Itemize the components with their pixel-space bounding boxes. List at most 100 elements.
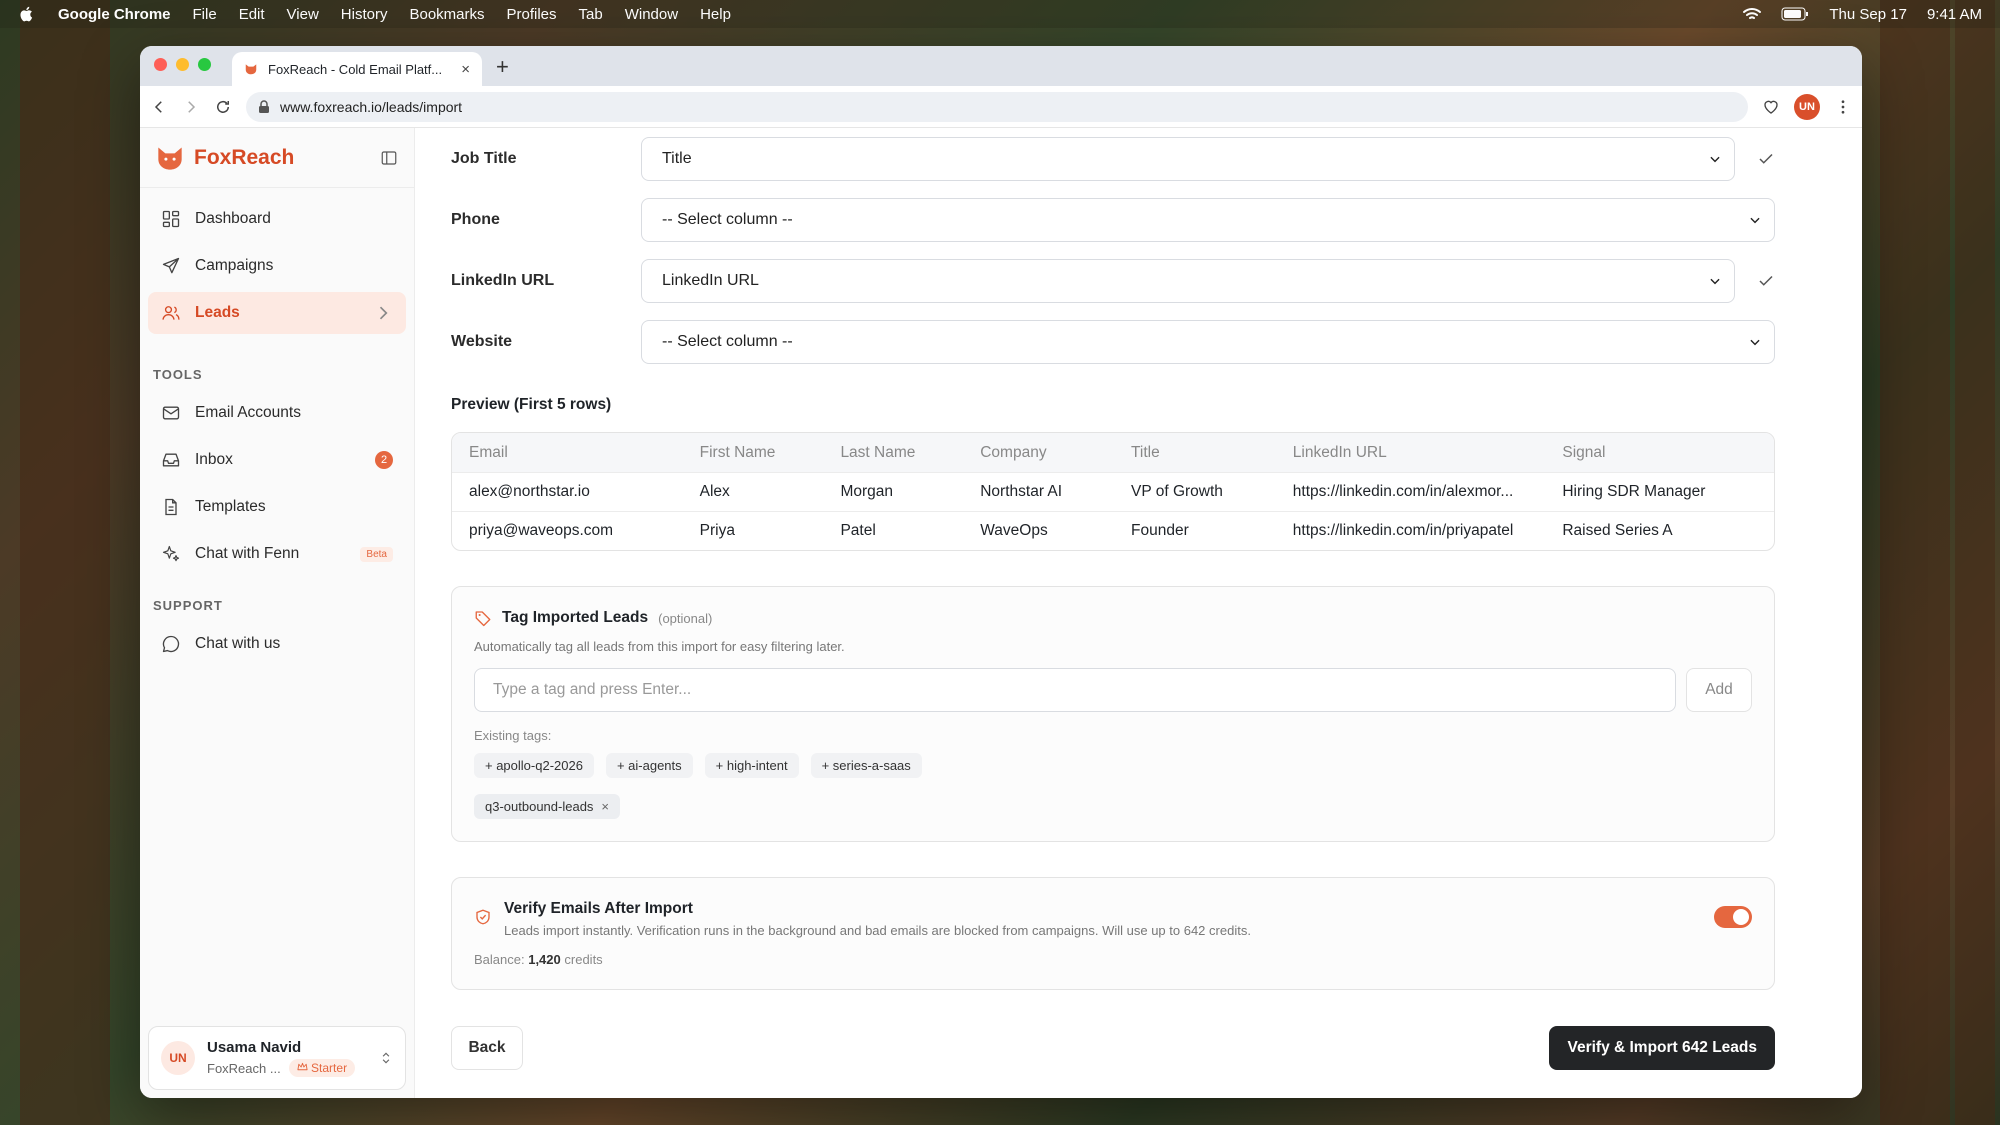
menubar-date[interactable]: Thu Sep 17 — [1829, 6, 1907, 23]
apple-icon[interactable] — [18, 5, 36, 23]
back-arrow-icon[interactable] — [150, 98, 168, 116]
user-name: Usama Navid — [207, 1039, 302, 1056]
main-nav: Dashboard Campaigns Leads — [140, 188, 414, 349]
table-cell: Priya — [699, 522, 735, 539]
reload-icon[interactable] — [214, 98, 232, 116]
verify-description: Leads import instantly. Verification run… — [504, 923, 1251, 938]
mail-icon — [162, 406, 180, 420]
sidebar-item-dashboard[interactable]: Dashboard — [148, 198, 406, 240]
field-label: Job Title — [451, 149, 517, 167]
menu-app-name[interactable]: Google Chrome — [58, 6, 171, 23]
credit-balance: Balance: 1,420 credits — [474, 952, 603, 967]
existing-tag-chip[interactable]: + high-intent — [704, 753, 799, 778]
fox-logo-icon[interactable] — [156, 144, 184, 172]
tag-leads-card: Tag Imported Leads (optional) Automatica… — [451, 586, 1775, 842]
back-button[interactable]: Back — [451, 1026, 523, 1070]
menu-help[interactable]: Help — [700, 6, 731, 23]
import-mapping-panel: Job Title Title Phone -- Select column -… — [451, 128, 1775, 1070]
menubar-time[interactable]: 9:41 AM — [1927, 6, 1982, 23]
browser-toolbar: www.foxreach.io/leads/import UN — [140, 86, 1862, 128]
sidebar-item-chat-with-us[interactable]: Chat with us — [148, 623, 406, 665]
remove-tag-icon[interactable]: × — [601, 799, 609, 814]
sidebar-item-leads[interactable]: Leads — [148, 292, 406, 334]
table-cell: https://linkedin.com/in/priyapatel — [1292, 522, 1514, 539]
sidebar-item-label: Leads — [195, 304, 240, 321]
sidebar-item-label: Campaigns — [195, 257, 274, 274]
browser-window: FoxReach - Cold Email Platf... × + www.f… — [140, 46, 1862, 1098]
more-vertical-icon[interactable] — [1834, 98, 1852, 116]
menu-view[interactable]: View — [287, 6, 319, 23]
column-select-phone[interactable]: -- Select column -- — [641, 197, 1775, 242]
tag-card-title: Tag Imported Leads — [502, 609, 649, 626]
table-row: alex@northstar.io Alex Morgan Northstar … — [452, 472, 1774, 511]
menu-profiles[interactable]: Profiles — [507, 6, 557, 23]
forward-arrow-icon[interactable] — [182, 98, 200, 116]
table-cell: WaveOps — [980, 522, 1048, 539]
existing-tag-chip[interactable]: + apollo-q2-2026 — [474, 753, 594, 778]
heart-icon[interactable] — [1762, 98, 1780, 116]
table-header-row: Email First Name Last Name Company Title… — [452, 433, 1774, 472]
menu-history[interactable]: History — [341, 6, 388, 23]
column-select-website[interactable]: -- Select column -- — [641, 319, 1775, 364]
verify-emails-toggle[interactable] — [1714, 906, 1752, 928]
tag-input[interactable]: Type a tag and press Enter... — [474, 668, 1676, 712]
chevron-down-icon — [1750, 217, 1760, 223]
chevron-right-icon — [379, 306, 388, 320]
profile-avatar[interactable]: UN — [1794, 93, 1820, 120]
sidebar-item-campaigns[interactable]: Campaigns — [148, 245, 406, 287]
table-cell: Alex — [699, 483, 730, 500]
menu-window[interactable]: Window — [625, 6, 678, 23]
column-header: Email — [469, 443, 508, 461]
sidebar-item-chat-with-fenn[interactable]: Chat with Fenn Beta — [148, 533, 406, 575]
battery-icon[interactable] — [1781, 7, 1809, 21]
menu-file[interactable]: File — [193, 6, 217, 23]
chevron-up-down-icon — [382, 1052, 390, 1064]
sidebar: FoxReach Dashboard Campaigns Leads TOOLS… — [140, 128, 415, 1098]
verify-import-button[interactable]: Verify & Import 642 Leads — [1549, 1026, 1775, 1070]
inbox-count-badge: 2 — [375, 451, 393, 469]
table-cell: priya@waveops.com — [469, 522, 614, 539]
sidebar-toggle-icon[interactable] — [380, 149, 398, 167]
field-label: Website — [451, 332, 513, 350]
shield-check-icon — [476, 909, 490, 925]
address-bar[interactable]: www.foxreach.io/leads/import — [246, 91, 1748, 122]
brand-name[interactable]: FoxReach — [194, 146, 294, 170]
column-header: Title — [1131, 443, 1160, 461]
wifi-icon[interactable] — [1743, 7, 1762, 21]
sidebar-item-label: Email Accounts — [195, 404, 301, 421]
tools-section-label: TOOLS — [153, 367, 203, 382]
minimize-window-button[interactable] — [176, 58, 189, 71]
user-account-switcher[interactable]: UN Usama Navid FoxReach ... Starter — [148, 1026, 406, 1090]
table-cell: Northstar AI — [980, 483, 1063, 500]
add-tag-button[interactable]: Add — [1686, 668, 1752, 712]
existing-tag-chip[interactable]: + ai-agents — [605, 753, 693, 778]
sidebar-item-templates[interactable]: Templates — [148, 486, 406, 528]
column-select-job-title[interactable]: Title — [641, 136, 1735, 181]
mapping-row-website: Website -- Select column -- — [451, 311, 1775, 372]
close-window-button[interactable] — [154, 58, 167, 71]
menu-edit[interactable]: Edit — [239, 6, 265, 23]
sidebar-item-label: Inbox — [195, 451, 233, 468]
preview-title: Preview (First 5 rows) — [451, 396, 612, 413]
column-select-linkedin-url[interactable]: LinkedIn URL — [641, 258, 1735, 303]
existing-tag-chip[interactable]: + series-a-saas — [810, 753, 922, 778]
chevron-down-icon — [1710, 278, 1720, 284]
check-icon — [1759, 275, 1773, 286]
close-tab-icon[interactable]: × — [461, 61, 470, 78]
sidebar-item-inbox[interactable]: Inbox 2 — [148, 439, 406, 481]
table-cell: https://linkedin.com/in/alexmor... — [1292, 483, 1514, 500]
maximize-window-button[interactable] — [198, 58, 211, 71]
sidebar-item-label: Chat with Fenn — [195, 545, 300, 562]
table-cell: alex@northstar.io — [469, 483, 590, 500]
menu-tab[interactable]: Tab — [579, 6, 603, 23]
menu-bookmarks[interactable]: Bookmarks — [409, 6, 484, 23]
browser-tab-active[interactable]: FoxReach - Cold Email Platf... × — [232, 52, 482, 86]
main-content: Job Title Title Phone -- Select column -… — [415, 128, 1862, 1098]
column-header: Last Name — [840, 443, 916, 461]
users-icon — [162, 306, 180, 320]
crown-icon — [297, 1062, 308, 1071]
sidebar-item-email-accounts[interactable]: Email Accounts — [148, 392, 406, 434]
selected-tag-chip: q3-outbound-leads × — [474, 794, 621, 819]
fox-favicon-icon — [245, 64, 257, 75]
new-tab-button[interactable]: + — [496, 54, 509, 80]
